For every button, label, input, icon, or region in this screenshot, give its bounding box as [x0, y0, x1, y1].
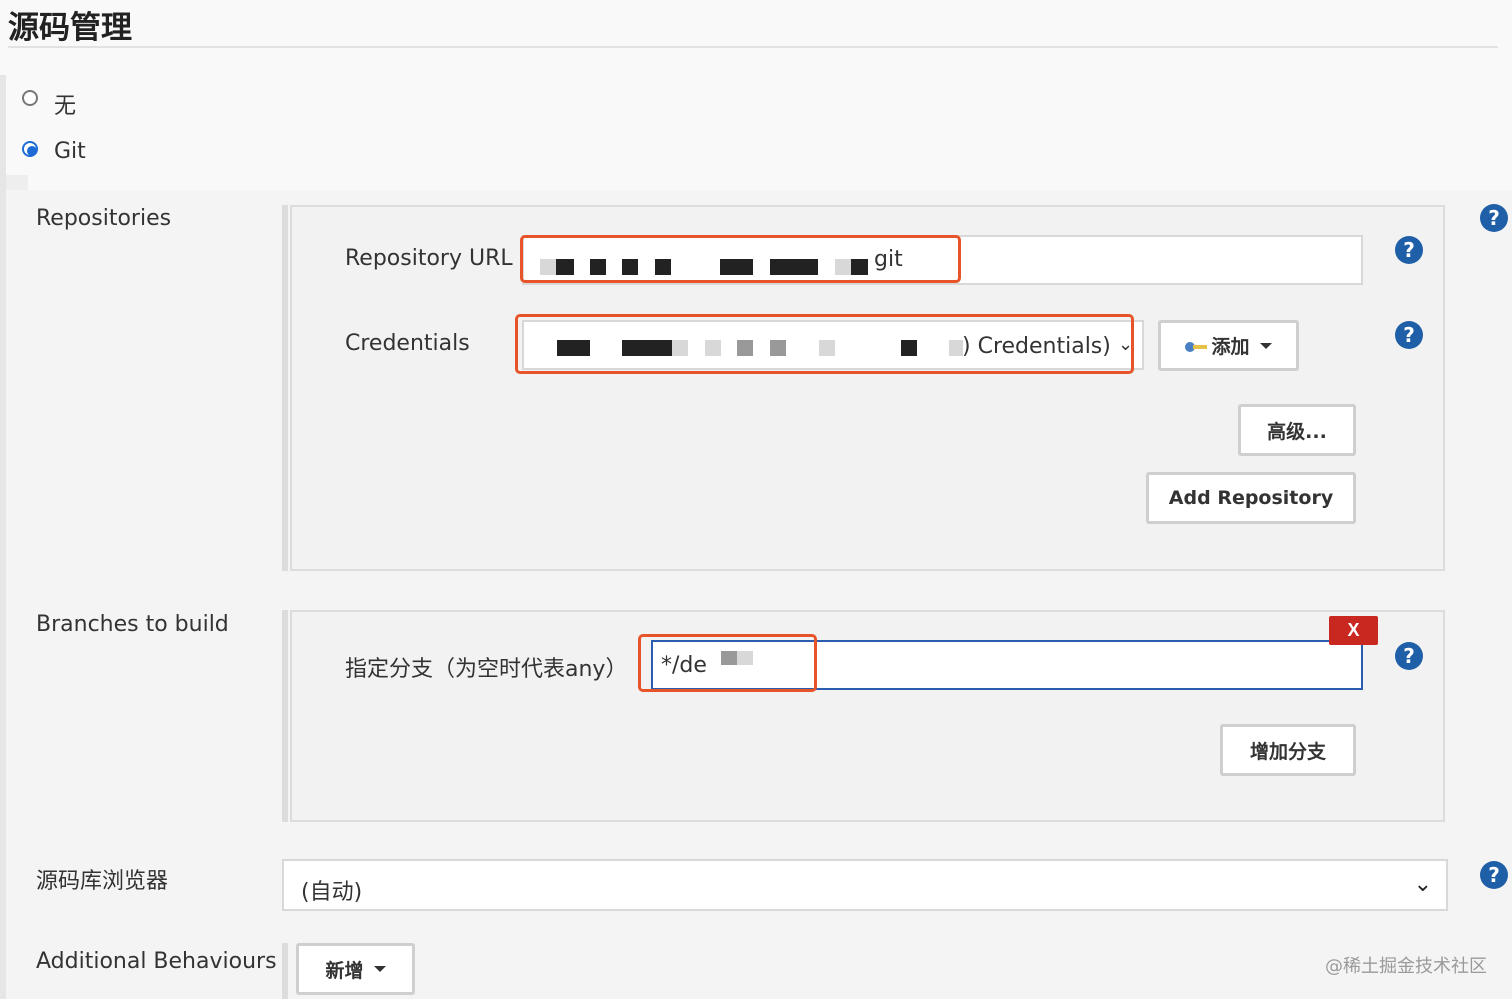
add-credentials-button[interactable]: 添加 — [1158, 320, 1299, 371]
repository-url-label: Repository URL — [345, 246, 513, 271]
credentials-value: ) Credentials) — [962, 334, 1111, 359]
add-behaviour-label: 新增 — [325, 959, 364, 982]
title-divider — [8, 46, 1498, 48]
branch-specifier-value: */de — [661, 653, 707, 678]
chevron-down-icon: ⌄ — [1118, 334, 1134, 354]
credentials-label: Credentials — [345, 331, 470, 356]
scm-none-label: 无 — [54, 94, 77, 119]
branch-specifier-label: 指定分支（为空时代表any） — [345, 657, 628, 682]
branch-specifier-help-icon[interactable]: ? — [1395, 642, 1423, 670]
advanced-button[interactable]: 高级... — [1238, 404, 1356, 456]
watermark: @稀土掘金技术社区 — [1325, 956, 1487, 977]
repository-browser-select[interactable]: (自动) ⌄ — [282, 859, 1448, 911]
repository-url-value: git — [874, 247, 903, 272]
repositories-label: Repositories — [36, 206, 172, 231]
chevron-down-icon: ⌄ — [1413, 872, 1432, 897]
scm-git-label: Git — [54, 139, 86, 164]
branches-panel-bar — [282, 610, 288, 822]
repositories-panel-bar — [282, 205, 288, 571]
additional-behaviours-label: Additional Behaviours — [36, 949, 277, 974]
add-behaviour-button[interactable]: 新增 — [296, 943, 415, 995]
add-branch-button[interactable]: 增加分支 — [1220, 724, 1356, 776]
caret-down-icon — [373, 966, 386, 972]
add-repository-button[interactable]: Add Repository — [1146, 472, 1356, 524]
add-credentials-label: 添加 — [1211, 336, 1250, 358]
section-title: 源码管理 — [8, 10, 132, 46]
branches-label: Branches to build — [36, 612, 229, 637]
credentials-help-icon[interactable]: ? — [1395, 321, 1423, 349]
scm-git-radio[interactable] — [22, 141, 38, 157]
repository-browser-selected: (自动) — [301, 880, 363, 905]
repository-browser-label: 源码库浏览器 — [36, 869, 169, 894]
repositories-help-icon[interactable]: ? — [1480, 204, 1508, 232]
repository-browser-help-icon[interactable]: ? — [1480, 861, 1508, 889]
repository-url-help-icon[interactable]: ? — [1395, 236, 1423, 264]
key-icon — [1185, 340, 1208, 352]
delete-branch-button[interactable]: X — [1329, 616, 1378, 645]
behaviours-panel-bar — [282, 943, 288, 999]
scm-none-radio[interactable] — [22, 90, 38, 106]
caret-down-icon — [1259, 342, 1272, 349]
